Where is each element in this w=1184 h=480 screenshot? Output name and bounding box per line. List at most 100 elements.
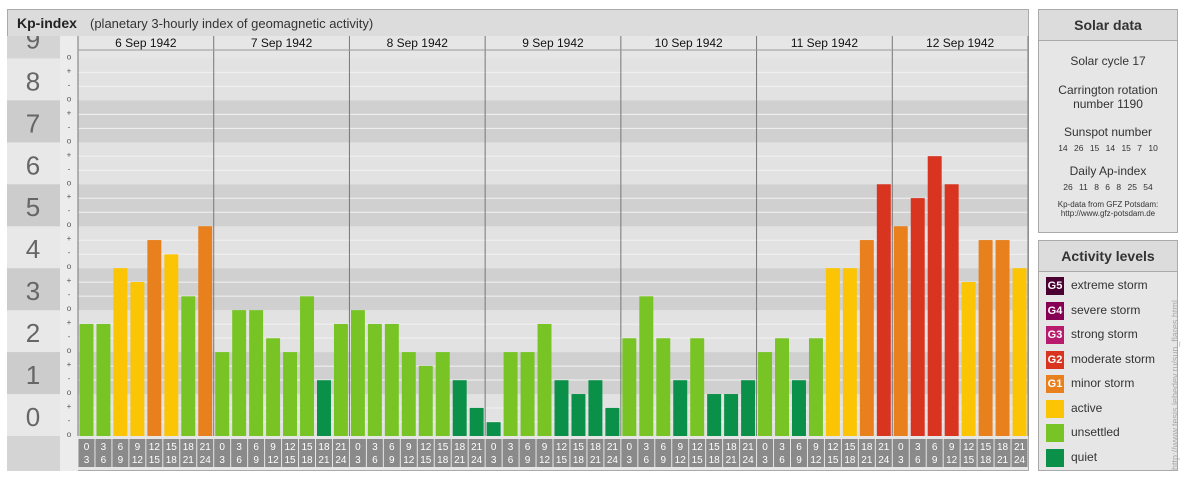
y-subtick-label: - (68, 122, 71, 131)
hour-start-label: 21 (200, 442, 212, 453)
activity-level-item: active (1046, 399, 1176, 418)
hour-end-label: 3 (627, 455, 633, 466)
kp-bar (452, 380, 467, 436)
activity-level-swatch: G3 (1046, 326, 1064, 344)
activity-level-swatch: G1 (1046, 375, 1064, 393)
activity-level-label: severe storm (1071, 302, 1141, 317)
data-source-url[interactable]: http://www.gfz-potsdam.de (1039, 209, 1177, 218)
kp-bar (435, 352, 450, 436)
hour-start-label: 0 (627, 442, 633, 453)
hour-start-label: 3 (644, 442, 650, 453)
hour-end-label: 18 (437, 455, 449, 466)
hour-start-label: 6 (118, 442, 124, 453)
hour-end-label: 24 (200, 455, 212, 466)
hour-start-label: 12 (420, 442, 432, 453)
ap-index-label: Daily Ap-index (1069, 164, 1147, 178)
hour-start-label: 0 (898, 442, 904, 453)
ap-index-values: 26 11 8 6 8 25 54 (1063, 182, 1153, 192)
hour-end-label: 18 (844, 455, 856, 466)
hour-end-label: 3 (898, 455, 904, 466)
chart-title: Kp-index (17, 15, 77, 31)
kp-bar (401, 352, 416, 436)
activity-level-label: moderate storm (1071, 351, 1156, 366)
kp-bar (130, 282, 145, 436)
day-label: 9 Sep 1942 (522, 36, 584, 50)
hour-start-label: 15 (709, 442, 721, 453)
kp-bar (944, 184, 959, 436)
hour-end-label: 18 (573, 455, 585, 466)
hour-end-label: 9 (253, 455, 259, 466)
hour-end-label: 12 (268, 455, 280, 466)
activity-levels-panel: Activity levels G5 extreme storm G4 severe … (1038, 240, 1178, 471)
y-tick-label: 6 (26, 150, 40, 180)
hour-start-label: 3 (915, 442, 921, 453)
kp-bar (367, 323, 382, 436)
hour-start-label: 9 (270, 442, 276, 453)
activity-level-label: minor storm (1071, 376, 1135, 390)
hour-start-label: 3 (236, 442, 242, 453)
activity-level-swatch: G4 (1046, 301, 1064, 320)
hour-start-label: 6 (253, 442, 259, 453)
y-subtick-label: + (67, 108, 72, 117)
hour-end-label: 9 (796, 455, 802, 466)
day-label: 8 Sep 1942 (387, 36, 449, 50)
day-label: 12 Sep 1942 (926, 36, 994, 50)
hour-end-label: 12 (675, 455, 687, 466)
hour-start-label: 18 (318, 442, 330, 453)
y-subtick-label: o (67, 388, 72, 397)
hour-start-label: 6 (389, 442, 395, 453)
hour-end-label: 9 (118, 455, 124, 466)
hour-start-label: 21 (607, 442, 619, 453)
kp-band (78, 142, 1028, 185)
hour-end-label: 18 (301, 455, 313, 466)
kp-bar (842, 268, 857, 436)
hour-start-label: 21 (335, 442, 347, 453)
activity-level-label: active (1071, 400, 1103, 415)
y-subtick-label: - (68, 374, 71, 383)
activity-level-label: strong storm (1071, 327, 1138, 341)
hour-start-label: 6 (796, 442, 802, 453)
kp-bar (350, 310, 365, 436)
kp-bar (333, 323, 348, 436)
kp-bar (469, 407, 484, 436)
kp-bar (859, 240, 874, 436)
hour-start-label: 0 (219, 442, 225, 453)
hour-start-label: 12 (692, 442, 704, 453)
hour-start-label: 12 (556, 442, 568, 453)
hour-end-label: 6 (372, 455, 378, 466)
y-subtick-label: o (67, 220, 72, 229)
y-subtick-label: o (67, 304, 72, 313)
hour-end-label: 3 (491, 455, 497, 466)
hour-end-label: 15 (963, 455, 975, 466)
hour-end-label: 15 (284, 455, 296, 466)
hour-start-label: 3 (508, 442, 514, 453)
y-subtick-label: o (67, 262, 72, 271)
kp-bar (571, 394, 586, 436)
kp-bar (961, 282, 976, 436)
hour-start-label: 15 (980, 442, 992, 453)
kp-bar (96, 323, 111, 436)
hour-end-label: 21 (590, 455, 602, 466)
kp-bar (588, 380, 603, 436)
y-subtick-label: - (68, 248, 71, 257)
hour-end-label: 6 (915, 455, 921, 466)
hour-start-label: 0 (355, 442, 361, 453)
kp-bar (181, 296, 196, 436)
y-tick-label: 5 (26, 192, 40, 222)
kp-bar (418, 365, 433, 436)
hour-start-label: 21 (743, 442, 755, 453)
y-subtick-label: - (68, 80, 71, 89)
y-subtick-label: o (67, 94, 72, 103)
activity-level-label: unsettled (1071, 425, 1120, 439)
kp-band (78, 100, 1028, 143)
hour-start-label: 9 (949, 442, 955, 453)
kp-bar (910, 198, 925, 436)
hour-end-label: 24 (743, 455, 755, 466)
hour-end-label: 21 (318, 455, 330, 466)
hour-start-label: 12 (963, 442, 975, 453)
activity-level-label: extreme storm (1071, 278, 1148, 292)
kp-bar (707, 394, 722, 436)
kp-bar (249, 310, 264, 436)
hour-end-label: 9 (932, 455, 938, 466)
kp-chart: 0 o - +1 o - +2 o - +3 o - +4 o - +5 o - +6 o - +7 o - +8 o - +9 o 6 … (7, 36, 1029, 471)
